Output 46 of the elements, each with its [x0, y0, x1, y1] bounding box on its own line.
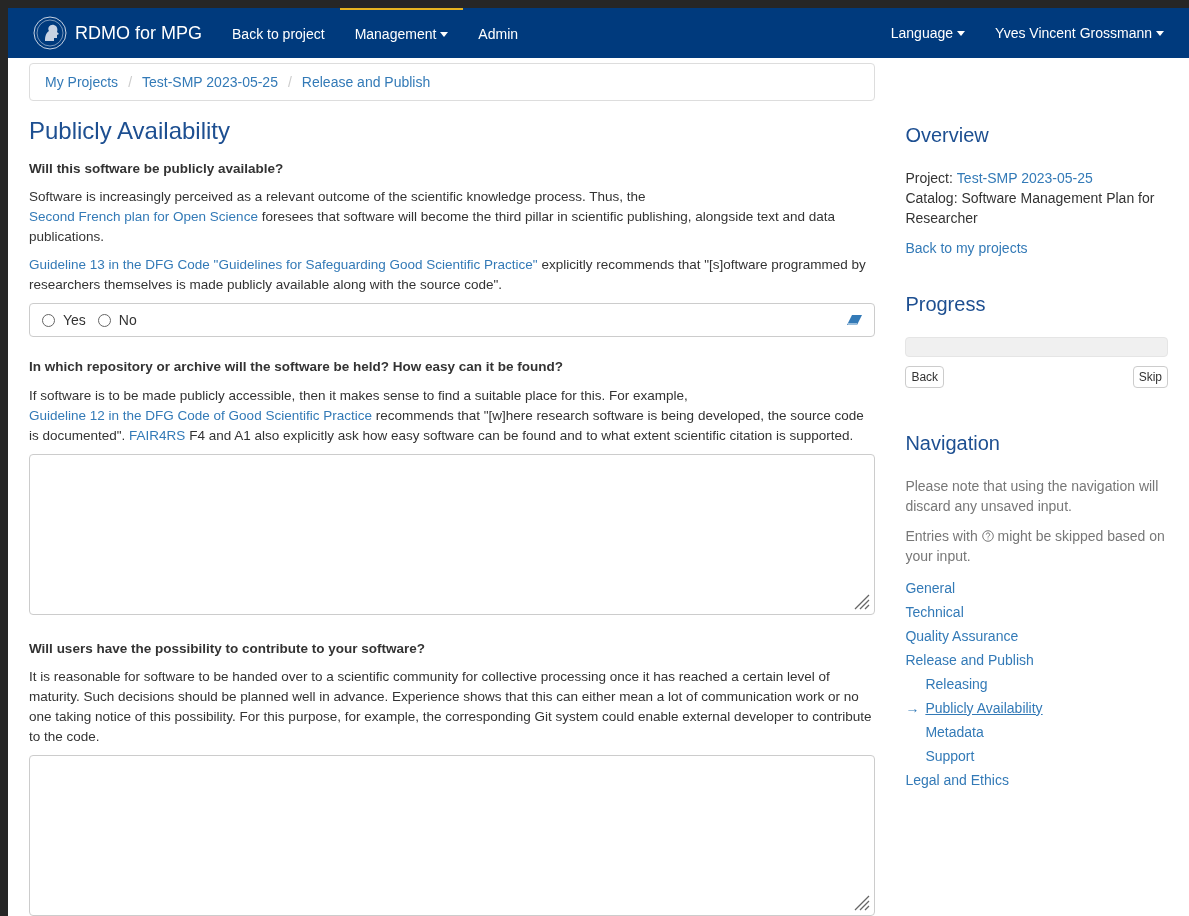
navigation-link[interactable]: Release and Publish — [905, 649, 1034, 671]
nav-link[interactable]: Management — [339, 8, 464, 58]
radio-option[interactable]: No — [97, 309, 137, 331]
breadcrumb-separator: / — [127, 72, 133, 92]
navigation-link[interactable]: Legal and Ethics — [905, 769, 1009, 791]
navigation-note: Please note that using the navigation will discard any unsaved input. — [905, 477, 1160, 516]
page-title: Publicly Availability — [29, 116, 231, 146]
nav-link[interactable]: Admin — [463, 8, 534, 58]
nav-link[interactable]: Back to project — [217, 8, 340, 58]
radio-option[interactable]: Yes — [42, 309, 86, 331]
description-text: It is reasonable for software to be handed over to a scientific community for collective processing once it has reached a certain level of maturity. Such decisions should be planned well in advance. Experience shows that this can either mean a lot of communication work or no one taking notice of this possibility. For this purpose, for example, the corresponding Git system could enable external developer to contribute to the code. — [29, 667, 873, 746]
breadcrumb-link[interactable]: Release and Publish — [301, 71, 431, 93]
navigation-link[interactable]: Metadata — [925, 721, 984, 743]
question-label: Will this software be publicly available? — [29, 160, 285, 178]
description-text: If software is to be made publicly accessible, then it makes sense to find a suitable place for this. For example, Guideline 12 in the DFG Code of Good Scientific Practice recommends that "[w]here research software is being developed, the source code is documented". FAIR4RS F4 and A1 also explicitly ask how easy software can be found and to what extent scientific citation is supported. — [29, 386, 865, 445]
breadcrumb-link[interactable]: My Projects — [45, 71, 119, 93]
text-link[interactable]: Guideline 13 in the DFG Code "Guidelines for Safeguarding Good Scientific Practice" — [29, 257, 538, 273]
breadcrumb-link[interactable]: Test-SMP 2023-05-25 — [142, 71, 278, 93]
breadcrumb-separator: / — [286, 72, 293, 92]
back-link[interactable]: Back to my projects — [905, 238, 1168, 259]
back-button[interactable]: Back — [905, 366, 945, 388]
question-label: In which repository or archive will the software be held? How easy can it be found? — [29, 358, 565, 377]
project-label: Project: — [905, 169, 953, 188]
question-label: Will users have the possibility to contribute to your software? — [29, 639, 426, 658]
section-heading: Navigation — [905, 431, 1001, 456]
text-link[interactable]: Second French plan for Open Science — [29, 209, 258, 225]
navigation-link[interactable]: Technical — [905, 601, 964, 623]
skip-note: Entries with might be skipped based on your input. — [905, 527, 1166, 566]
description-text: Software is increasingly perceived as a relevant outcome of the scientific knowledge process. Thus, the Second French plan for Open Science foresees that software will become the third pillar in scientific publishing, alongside text and data publications. — [29, 188, 836, 247]
navigation-link[interactable]: Publicly Availability — [925, 697, 1043, 719]
section-heading: Progress — [905, 292, 987, 317]
brand-name[interactable]: RDMO for MPG — [75, 19, 202, 47]
navigation-link[interactable]: Releasing — [925, 673, 988, 695]
nav-link[interactable]: Yves Vincent Grossmann — [980, 22, 1179, 44]
current-marker: → — [905, 698, 921, 718]
text-link[interactable]: Guideline 12 in the DFG Code of Good Scientific Practice — [29, 407, 372, 423]
project-link[interactable]: Test-SMP 2023-05-25 — [956, 168, 1093, 188]
text-link[interactable]: FAIR4RS — [129, 427, 186, 443]
catalog-text: Catalog: Software Management Plan for Researcher — [905, 189, 1156, 228]
description-text: Guideline 13 in the DFG Code "Guidelines for Safeguarding Good Scientific Practice" explicitly recommends that "[s]oftware programmed by researchers themselves is made publicly available along with the source code". — [29, 256, 867, 295]
navigation-link[interactable]: General — [905, 577, 956, 599]
section-heading: Overview — [905, 123, 990, 148]
navigation-link[interactable]: Support — [925, 745, 975, 767]
skip-button[interactable]: Skip — [1132, 366, 1168, 388]
nav-link[interactable]: Language — [875, 22, 981, 44]
navigation-link[interactable]: Quality Assurance — [905, 625, 1019, 647]
